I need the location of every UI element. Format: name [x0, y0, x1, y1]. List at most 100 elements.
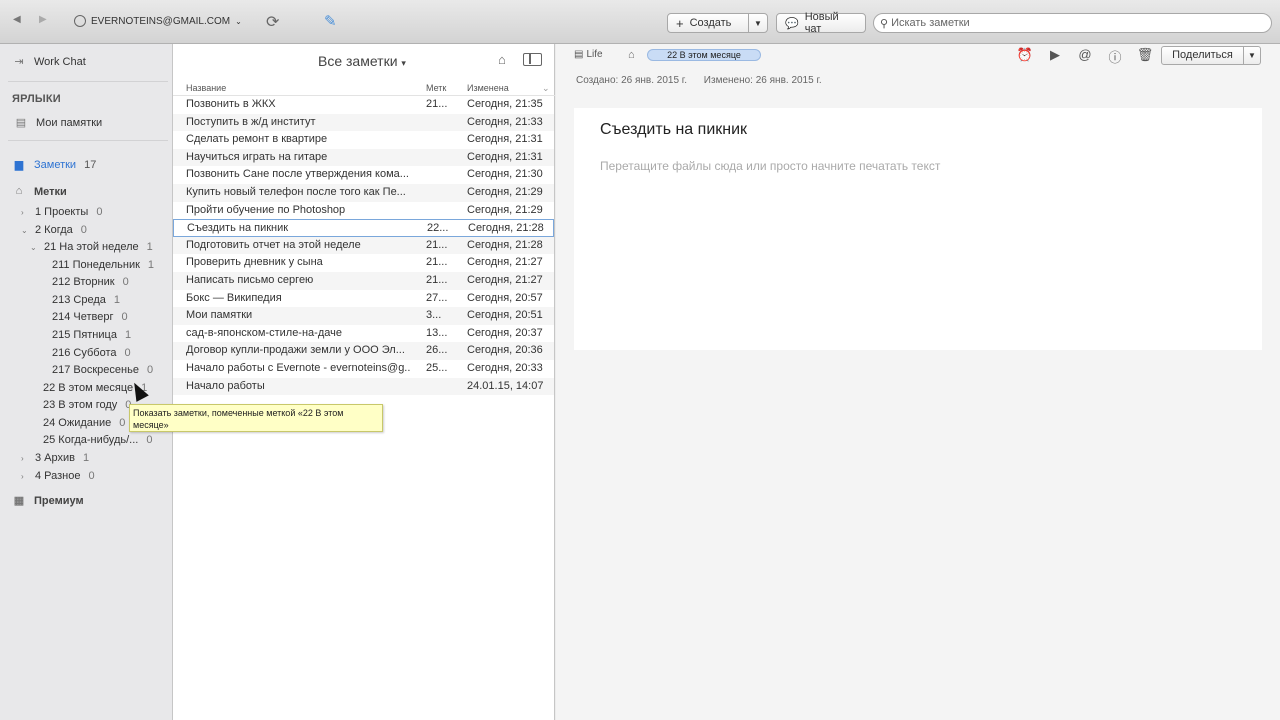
collapse-icon[interactable]: ⌄ — [30, 243, 40, 252]
note-date: Сегодня, 21:27 — [467, 256, 543, 269]
expand-icon[interactable]: › — [21, 454, 31, 463]
notebook-selector[interactable]: Все заметки ▾ — [318, 53, 406, 69]
tag-item[interactable]: ⌄ 2 Когда 0 — [21, 224, 87, 236]
note-date: Сегодня, 21:35 — [467, 98, 543, 110]
trash-icon[interactable]: 🗑 — [1136, 47, 1154, 63]
create-button[interactable]: + Создать — [667, 13, 749, 33]
tag-label: 217 Воскресенье — [52, 364, 139, 376]
table-row[interactable]: Мои памятки 3... Сегодня, 20:51 — [173, 307, 554, 325]
notebook-link[interactable]: ▤ Life — [574, 49, 603, 60]
tag-item[interactable]: 215 Пятница 1 — [52, 329, 131, 341]
sidebar-item-notes[interactable]: ▆ Заметки 17 — [12, 158, 97, 172]
tag-label: 216 Суббота — [52, 347, 117, 359]
sync-icon[interactable]: ⟳ — [266, 12, 279, 32]
note-body[interactable]: Съездить на пикник Перетащите файлы сюда… — [574, 108, 1262, 350]
presentation-icon[interactable]: ▶ — [1046, 47, 1064, 63]
share-notebook-icon[interactable]: ⌂ — [498, 52, 506, 67]
create-dropdown-button[interactable]: ▼ — [748, 13, 768, 33]
table-row[interactable]: сад-в-японском-стиле-на-даче 13... Сегодня… — [173, 325, 554, 343]
column-header-title[interactable]: Название — [186, 83, 226, 93]
note-date: Сегодня, 21:31 — [467, 133, 543, 146]
sidebar-item-premium[interactable]: ▦ Премиум — [12, 494, 84, 508]
note-date: Сегодня, 21:28 — [467, 238, 543, 251]
view-options-icon[interactable] — [523, 53, 542, 66]
table-row[interactable]: Начало работы с Evernote - evernoteins@g… — [173, 360, 554, 378]
tag-item[interactable]: ⌄ 21 На этой неделе 1 — [30, 241, 153, 253]
divider — [8, 140, 168, 141]
note-title: Съездить на пикник — [187, 222, 289, 235]
note-content-placeholder[interactable]: Перетащите файлы сюда или просто начните… — [600, 159, 940, 173]
tag-item[interactable]: 216 Суббота 0 — [52, 347, 131, 359]
note-date: Сегодня, 21:28 — [468, 222, 544, 235]
note-actions: ⏰ ▶ @ ⓘ 🗑 — [1016, 47, 1154, 65]
table-row[interactable]: Бокс — Википедия 27... Сегодня, 20:57 — [173, 290, 554, 308]
table-row[interactable]: Поступить в ж/д институт Сегодня, 21:33 — [173, 113, 554, 132]
note-title: Поступить в ж/д институт — [186, 115, 316, 128]
sort-icon[interactable]: ⌄ — [542, 83, 550, 94]
table-row[interactable]: Пройти обучение по Photoshop Сегодня, 21:… — [173, 202, 554, 220]
note-tag: 21... — [426, 274, 448, 286]
tag-item[interactable]: 23 В этом году0 — [43, 399, 131, 411]
tag-label: 212 Вторник — [52, 276, 115, 288]
tag-item[interactable]: 214 Четверг 0 — [52, 311, 128, 323]
column-header-tags[interactable]: Метк — [426, 83, 446, 93]
sidebar-item-tags[interactable]: ⌂ Метки — [12, 185, 67, 199]
search-box: ⚲ — [873, 13, 1272, 33]
note-tag-chip[interactable]: 22 В этом месяце — [647, 49, 761, 61]
sidebar-item-label: Премиум — [34, 495, 84, 507]
tag-item[interactable]: 25 Когда-нибудь/... 0 — [43, 434, 152, 446]
note-tag: 21... — [426, 238, 448, 251]
table-row[interactable]: Купить новый телефон после того как Пе..… — [173, 184, 554, 202]
activity-icon[interactable]: ✎ — [324, 12, 337, 30]
note-dates: Создано: 26 янв. 2015 г. Изменено: 26 ян… — [576, 75, 836, 86]
tag-item[interactable]: 217 Воскресенье 0 — [52, 364, 153, 376]
note-title-field[interactable]: Съездить на пикник — [600, 121, 747, 139]
tag-item[interactable]: 212 Вторник 0 — [52, 276, 129, 288]
column-header-modified[interactable]: Изменена — [467, 83, 509, 93]
table-row[interactable]: Позвонить Сане после утверждения кома...… — [173, 166, 554, 184]
mention-icon[interactable]: @ — [1076, 47, 1094, 63]
table-row[interactable]: Подготовить отчет на этой неделе 21... Сег… — [173, 236, 554, 255]
tag-label: 25 Когда-нибудь/... — [43, 434, 139, 446]
table-row[interactable]: Написать письмо сергею 21... Сегодня, 21:2… — [173, 272, 554, 290]
notes-count: 17 — [84, 159, 97, 171]
note-title: Пройти обучение по Photoshop — [186, 203, 346, 216]
tag-item[interactable]: › 1 Проекты 0 — [21, 206, 102, 218]
note-title: Начало работы — [186, 379, 265, 392]
tag-count: 1 — [124, 329, 132, 341]
expand-icon[interactable]: › — [21, 208, 31, 217]
account-menu[interactable]: EVERNOTEINS@GMAIL.COM ⌄ — [74, 15, 242, 27]
tag-item[interactable]: 213 Среда 1 — [52, 294, 120, 306]
info-icon[interactable]: ⓘ — [1106, 47, 1124, 65]
alarm-icon[interactable]: ⏰ — [1016, 47, 1034, 63]
new-chat-button[interactable]: 💬 Новый чат — [776, 11, 866, 35]
sidebar-item-label: Заметки — [34, 159, 77, 171]
forward-arrow-icon[interactable]: ▶ — [39, 14, 47, 25]
table-row[interactable]: Проверить дневник у сына 21... Сегодня, 21… — [173, 254, 554, 272]
tag-icon[interactable]: ⌂ — [628, 49, 635, 61]
note-date: Сегодня, 21:29 — [467, 186, 543, 198]
tooltip: Показать заметки, помеченные меткой «22 … — [129, 404, 383, 432]
divider — [8, 81, 168, 82]
note-title: Позвонить в ЖКХ — [186, 98, 276, 110]
table-row-selected[interactable]: Съездить на пикник 22... Сегодня, 21:28 — [173, 219, 554, 237]
table-row[interactable]: Договор купли-продажи земли у ООО Эл... 2… — [173, 342, 554, 360]
tag-item[interactable]: 24 Ожидание 0 — [43, 417, 125, 429]
table-row[interactable]: Позвонить в ЖКХ 21... Сегодня, 21:35 — [173, 96, 554, 114]
expand-icon[interactable]: › — [21, 472, 31, 481]
table-row[interactable]: Начало работы 24.01.15, 14:07 — [173, 377, 554, 396]
sidebar-item-work-chat[interactable]: ⇥ Work Chat — [12, 55, 85, 69]
new-chat-label: Новый чат — [804, 11, 839, 35]
table-row[interactable]: Научиться играть на гитаре Сегодня, 21:31 — [173, 148, 554, 167]
share-dropdown-button[interactable]: ▼ — [1243, 46, 1261, 65]
share-button[interactable]: Поделиться — [1161, 46, 1244, 65]
table-row[interactable]: Сделать ремонт в квартире Сегодня, 21:31 — [173, 131, 554, 149]
tag-count: 1 — [83, 452, 90, 464]
search-input[interactable] — [891, 17, 1252, 29]
tag-item[interactable]: › 3 Архив 1 — [21, 452, 89, 464]
tag-item[interactable]: › 4 Разное 0 — [21, 470, 95, 482]
back-arrow-icon[interactable]: ◀ — [13, 14, 21, 25]
collapse-icon[interactable]: ⌄ — [21, 226, 31, 235]
tag-item[interactable]: 211 Понедельник 1 — [52, 259, 154, 271]
sidebar-item-my-reminders[interactable]: ▤ Мои памятки — [14, 116, 102, 130]
